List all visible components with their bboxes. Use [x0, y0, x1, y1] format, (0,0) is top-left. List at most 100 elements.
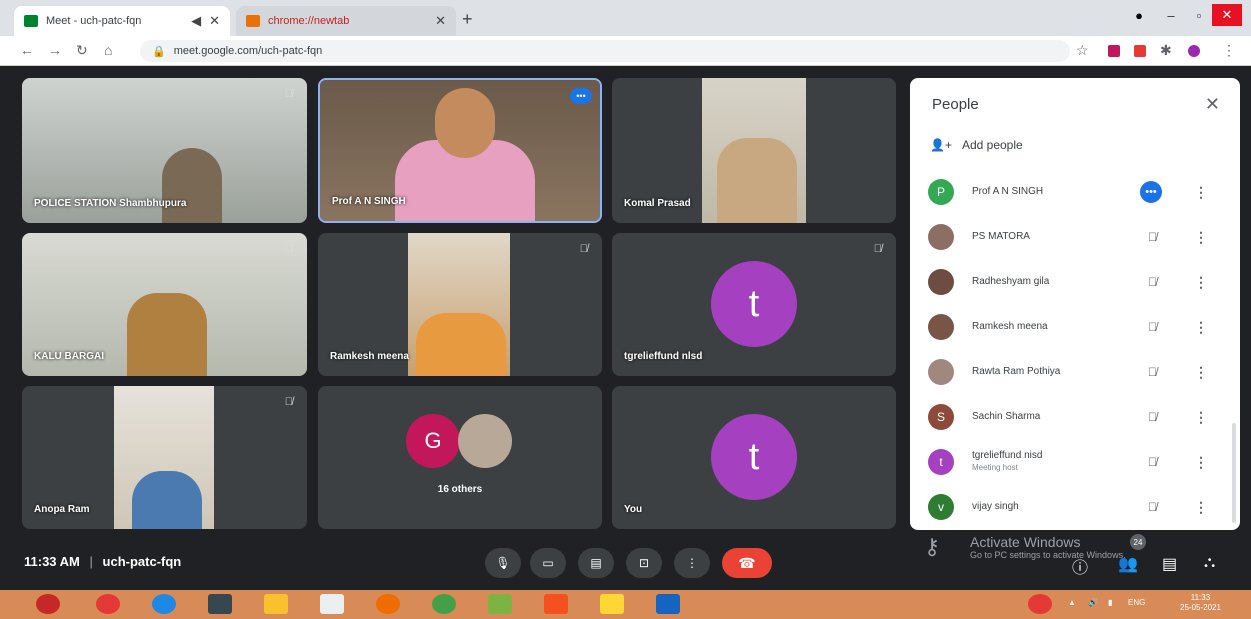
avatar: P — [928, 179, 954, 205]
taskbar-clock[interactable]: 11:33 25-05-2021 — [1180, 593, 1221, 613]
home-icon[interactable]: ⌂ — [104, 42, 112, 58]
more-options-icon[interactable]: ⋮ — [1194, 364, 1208, 381]
address-toolbar: ← → ↻ ⌂ 🔒 meet.google.com/uch-patc-fqn ☆… — [0, 36, 1251, 66]
meeting-time: 11:33 AM — [24, 554, 80, 569]
people-icon[interactable]: 👥 — [1118, 554, 1138, 574]
participant-row[interactable]: t tgrelieffund nisd Meeting host 🎙̸ ⋮ — [928, 444, 1228, 480]
opera-icon[interactable] — [96, 594, 120, 614]
chat-icon[interactable]: ▤ — [1162, 554, 1177, 574]
tray-arrow-icon[interactable]: ▲ — [1068, 598, 1076, 607]
close-tab-icon[interactable]: ✕ — [435, 13, 446, 29]
video-tile[interactable]: Komal Prasad — [612, 78, 896, 223]
profile-avatar[interactable] — [1188, 45, 1200, 57]
close-tab-icon[interactable]: ✕ — [209, 13, 220, 29]
start-button[interactable] — [36, 594, 60, 614]
participant-row[interactable]: Radheshyam gila 🎙̸ ⋮ — [928, 264, 1228, 300]
back-icon[interactable]: ← — [20, 42, 34, 58]
add-people-button[interactable]: 👤+ Add people — [930, 138, 1023, 152]
minimize-button[interactable]: – — [1156, 4, 1186, 26]
video-tile[interactable]: 🎙̸ POLICE STATION Shambhupura — [22, 78, 307, 223]
record-icon: ● — [1135, 7, 1143, 23]
activities-icon[interactable]: ⛬ — [1204, 554, 1215, 572]
calculator-icon[interactable] — [656, 594, 680, 614]
participant-avatar: t — [711, 261, 797, 347]
participant-figure — [717, 138, 797, 223]
participant-name: Anopa Ram — [34, 504, 90, 515]
tab-title: chrome://newtab — [268, 15, 350, 27]
check-app-icon[interactable] — [488, 594, 512, 614]
paint-icon[interactable] — [600, 594, 624, 614]
avatar — [928, 269, 954, 295]
info-icon[interactable]: ⓘ — [1072, 554, 1088, 578]
app-window-icon[interactable] — [320, 594, 344, 614]
video-tile[interactable]: G 16 others — [318, 386, 602, 529]
more-options-icon[interactable]: ⋮ — [1194, 229, 1208, 246]
video-tile[interactable]: ••• Prof A N SINGH — [318, 78, 602, 223]
close-window-button[interactable]: ✕ — [1212, 4, 1242, 26]
tray-app-icon[interactable] — [1028, 594, 1052, 614]
panel-scrollbar[interactable] — [1232, 423, 1236, 523]
avatar — [928, 359, 954, 385]
network-icon[interactable]: ▮ — [1108, 598, 1112, 607]
more-options-icon[interactable]: ⋮ — [1194, 274, 1208, 291]
more-options-icon[interactable]: ⋮ — [1194, 409, 1208, 426]
participants-count-badge: 24 — [1130, 534, 1146, 550]
video-tile[interactable]: 🎙̸ Ramkesh meena — [318, 233, 602, 376]
self-avatar: t — [711, 414, 797, 500]
extension-icon[interactable] — [1108, 45, 1120, 57]
participant-row[interactable]: v vijay singh 🎙̸ ⋮ — [928, 489, 1228, 525]
present-icon: ⊡ — [638, 556, 650, 570]
close-panel-button[interactable]: ✕ — [1205, 94, 1220, 115]
chrome-icon[interactable] — [432, 594, 456, 614]
camera-icon: ▭ — [542, 556, 554, 570]
q-app-icon[interactable] — [544, 594, 568, 614]
captions-icon: ▤ — [590, 556, 602, 570]
host-controls-icon[interactable]: ••• — [1140, 181, 1162, 203]
more-options-icon[interactable]: ⋮ — [1194, 184, 1208, 201]
hangup-icon: ☎ — [738, 554, 756, 571]
volume-icon[interactable]: 🔊 — [1088, 598, 1098, 607]
menu-icon[interactable]: ⋮ — [1222, 42, 1236, 59]
language-indicator[interactable]: ENG — [1128, 598, 1145, 607]
new-tab-button[interactable]: + — [462, 9, 473, 30]
participant-row[interactable]: S Sachin Sharma 🎙̸ ⋮ — [928, 399, 1228, 435]
browser-tab-bar: Meet - uch-patc-fqn ◀ ✕ chrome://newtab … — [0, 0, 1251, 36]
participant-row[interactable]: P Prof A N SINGH ••• ⋮ — [928, 174, 1228, 210]
tile-more-icon[interactable]: ••• — [570, 88, 592, 104]
video-tile[interactable]: t 🎙̸ tgrelieffund nlsd — [612, 233, 896, 376]
bookmark-star-icon[interactable]: ☆ — [1076, 42, 1089, 59]
video-tile[interactable]: t You — [612, 386, 896, 529]
clock-date: 25-05-2021 — [1180, 603, 1221, 612]
file-explorer-icon[interactable] — [264, 594, 288, 614]
participant-row[interactable]: Rawta Ram Pothiya 🎙̸ ⋮ — [928, 354, 1228, 390]
leave-call-button[interactable]: ☎ — [722, 548, 772, 578]
participant-row[interactable]: PS MATORA 🎙̸ ⋮ — [928, 219, 1228, 255]
video-tile[interactable]: 🎙̸ Anopa Ram — [22, 386, 307, 529]
reload-icon[interactable]: ↻ — [76, 42, 88, 59]
captions-button[interactable]: ▤ — [578, 548, 614, 578]
participant-row[interactable]: Ramkesh meena 🎙̸ ⋮ — [928, 309, 1228, 345]
forward-icon[interactable]: → — [48, 42, 62, 58]
video-tile[interactable]: 🎙̸ KALU BARGAI — [22, 233, 307, 376]
mic-off-icon: 🎙̸ — [1148, 410, 1157, 424]
more-options-icon[interactable]: ⋮ — [1194, 499, 1208, 516]
mic-button[interactable]: 🎙 — [485, 548, 521, 578]
url-bar[interactable]: 🔒 meet.google.com/uch-patc-fqn — [140, 40, 1070, 62]
participant-face — [435, 88, 495, 158]
more-options-icon[interactable]: ⋮ — [1194, 454, 1208, 471]
person-app-icon[interactable] — [208, 594, 232, 614]
camera-button[interactable]: ▭ — [530, 548, 566, 578]
participant-name: POLICE STATION Shambhupura — [34, 198, 187, 209]
firefox-icon[interactable] — [376, 594, 400, 614]
tab-meet[interactable]: Meet - uch-patc-fqn ◀ ✕ — [14, 6, 230, 36]
extension-icon[interactable] — [1134, 45, 1146, 57]
present-button[interactable]: ⊡ — [626, 548, 662, 578]
activate-windows-watermark: Activate Windows Go to PC settings to ac… — [970, 534, 1126, 560]
extensions-puzzle-icon[interactable]: ✱ — [1160, 42, 1172, 59]
url-text: meet.google.com/uch-patc-fqn — [173, 45, 323, 57]
tab-newtab[interactable]: chrome://newtab ✕ — [236, 6, 456, 36]
edge-icon[interactable] — [152, 594, 176, 614]
maximize-button[interactable]: ▫ — [1184, 4, 1214, 26]
more-options-icon[interactable]: ⋮ — [1194, 319, 1208, 336]
more-options-button[interactable]: ⋮ — [674, 548, 710, 578]
